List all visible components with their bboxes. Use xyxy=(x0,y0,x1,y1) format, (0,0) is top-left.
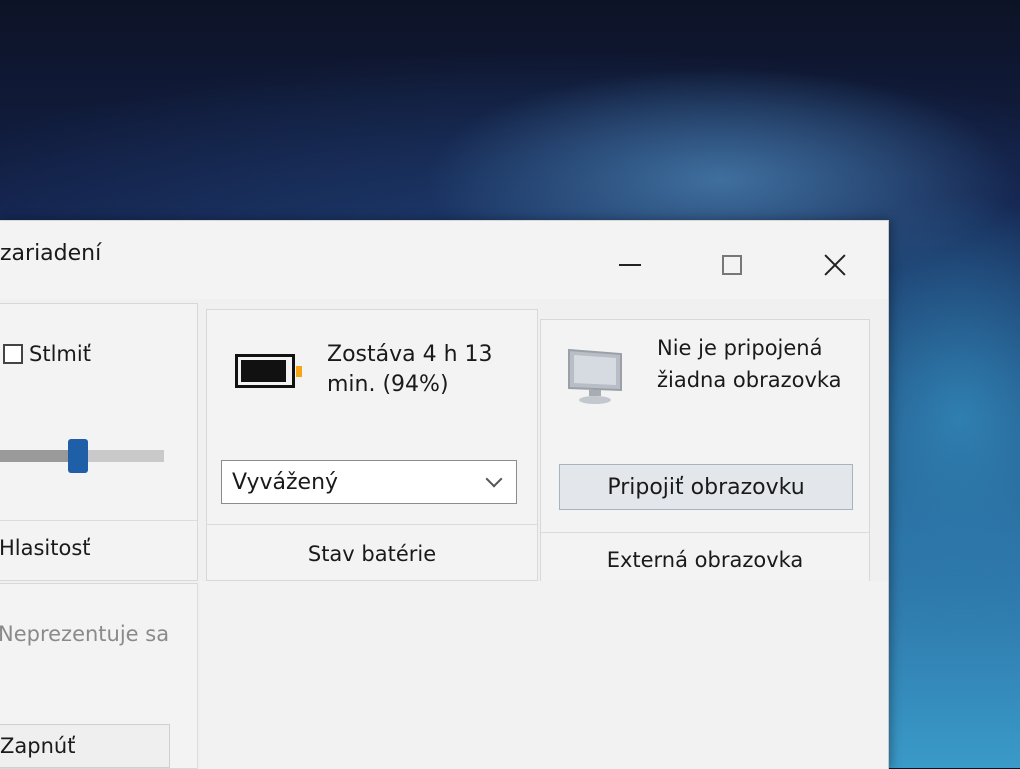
display-status-text: Nie je pripojená žiadna obrazovka xyxy=(657,336,842,392)
dim-option[interactable]: Stlmiť xyxy=(3,342,91,366)
external-display-tile: Nie je pripojená žiadna obrazovka Pripoj… xyxy=(540,319,870,593)
volume-tile: Stlmiť Hlasitosť xyxy=(0,303,198,581)
close-button[interactable] xyxy=(815,247,855,283)
battery-charge-fill xyxy=(241,360,286,382)
battery-tip xyxy=(296,366,302,377)
minimize-button[interactable] xyxy=(610,247,650,283)
presentation-status-text: Neprezentuje sa xyxy=(0,622,170,646)
dim-checkbox-label: Stlmiť xyxy=(29,342,91,366)
volume-slider-fill xyxy=(0,450,78,462)
battery-caption: Stav batérie xyxy=(307,542,437,566)
connect-display-button[interactable]: Pripojiť obrazovku xyxy=(559,464,853,510)
divider xyxy=(541,532,869,533)
divider xyxy=(0,520,197,521)
monitor-icon xyxy=(568,348,622,404)
power-plan-value: Vyvážený xyxy=(232,469,339,495)
window-title: zariadení xyxy=(0,241,102,266)
divider xyxy=(207,524,537,525)
mobility-center-window: zariadení Stlmiť Hlasitosť Zostáva 4 h 1… xyxy=(0,220,889,769)
enable-presentation-button[interactable]: Zapnúť xyxy=(0,724,170,768)
display-caption: Externá obrazovka xyxy=(606,548,804,572)
title-bar[interactable]: zariadení xyxy=(0,221,888,299)
battery-tile: Zostáva 4 h 13 min. (94%) Vyvážený Stav … xyxy=(206,309,538,581)
maximize-button[interactable] xyxy=(712,247,752,283)
battery-status-text: Zostáva 4 h 13 min. (94%) xyxy=(327,342,493,397)
presentation-tile: Neprezentuje sa Zapnúť xyxy=(0,583,198,769)
volume-slider-thumb[interactable] xyxy=(68,439,88,473)
maximize-icon xyxy=(722,255,742,275)
chevron-down-icon xyxy=(485,470,503,488)
battery-icon xyxy=(235,354,302,388)
minimize-icon xyxy=(619,264,641,266)
empty-area xyxy=(200,581,888,769)
power-plan-select[interactable]: Vyvážený xyxy=(221,460,517,504)
dim-checkbox[interactable] xyxy=(3,344,23,364)
close-icon xyxy=(823,253,847,277)
volume-slider[interactable] xyxy=(0,439,164,473)
volume-caption: Hlasitosť xyxy=(0,536,91,560)
